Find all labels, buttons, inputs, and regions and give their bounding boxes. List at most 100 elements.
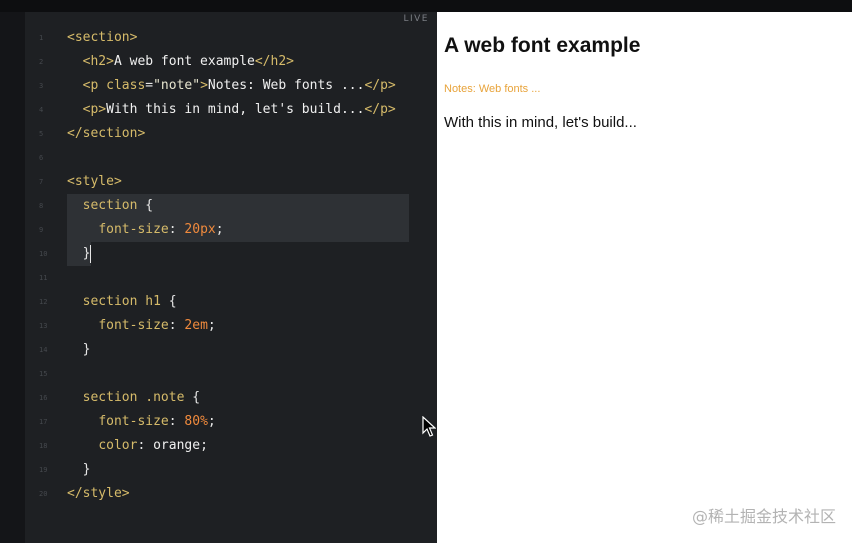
line-number: 1 xyxy=(39,34,44,42)
code-token: : xyxy=(168,414,185,429)
line-number: 17 xyxy=(39,418,48,426)
code-token: section h1 xyxy=(82,294,161,309)
code-token: ; xyxy=(200,438,208,453)
preview-note: Notes: Web fonts ... xyxy=(444,83,541,95)
line-number: 11 xyxy=(39,274,48,282)
left-gutter xyxy=(0,12,25,543)
line-number: 18 xyxy=(39,442,48,450)
code-token: class xyxy=(106,78,146,93)
code-token: <p> xyxy=(82,102,107,117)
code-text: section { xyxy=(67,194,153,218)
code-token: } xyxy=(67,342,91,357)
code-token: </h2> xyxy=(254,54,294,69)
code-text: } xyxy=(67,458,91,482)
code-token: font-size xyxy=(98,414,169,429)
code-text: font-size: 2em; xyxy=(67,314,216,338)
code-text: font-size: 80%; xyxy=(67,410,216,434)
code-token: 20px xyxy=(184,222,216,237)
line-number: 16 xyxy=(39,394,48,402)
line-number: 5 xyxy=(39,130,44,138)
code-token: color xyxy=(98,438,138,453)
code-token: > xyxy=(200,78,208,93)
line-number: 6 xyxy=(39,154,44,162)
line-number: 2 xyxy=(39,58,44,66)
code-token: : xyxy=(168,318,185,333)
code-editor[interactable]: LIVE 1 <section> 2 <h2>A web font example<… xyxy=(25,12,437,543)
code-text: <p>With this in mind, let's build...</p> xyxy=(67,98,396,122)
line-number: 20 xyxy=(39,490,48,498)
watermark: @稀土掘金技术社区 xyxy=(691,507,836,526)
code-token: </p> xyxy=(364,102,396,117)
code-token: } xyxy=(67,246,91,261)
code-token: { xyxy=(184,390,201,405)
top-bar xyxy=(0,0,852,12)
code-token: ; xyxy=(215,222,224,237)
live-label: LIVE xyxy=(403,14,429,24)
code-text: } xyxy=(67,338,91,362)
code-token: { xyxy=(137,198,154,213)
code-token: { xyxy=(160,294,177,309)
line-number: 4 xyxy=(39,106,44,114)
code-token: <p xyxy=(82,78,107,93)
line-number: 12 xyxy=(39,298,48,306)
code-text: } xyxy=(67,242,92,266)
code-token: font-size xyxy=(98,222,169,237)
live-preview: A web font example Notes: Web fonts ... … xyxy=(437,12,852,543)
code-token: <h2> xyxy=(82,54,114,69)
code-token: font-size xyxy=(98,318,169,333)
code-token: } xyxy=(67,462,91,477)
code-token: <section> xyxy=(67,30,138,45)
mouse-cursor-icon xyxy=(422,415,437,442)
code-token: Notes: Web fonts ... xyxy=(207,78,365,93)
code-token: </p> xyxy=(364,78,396,93)
code-text: <section> xyxy=(67,26,137,50)
code-token: With this in mind, let's build... xyxy=(106,102,365,117)
code-text: <h2>A web font example</h2> xyxy=(67,50,294,74)
code-text: section .note { xyxy=(67,386,200,410)
text-caret xyxy=(90,244,92,263)
code-token: ; xyxy=(207,414,216,429)
line-number: 15 xyxy=(39,370,48,378)
code-token: "note" xyxy=(153,78,201,93)
preview-paragraph: With this in mind, let's build... xyxy=(444,114,637,131)
code-text: <style> xyxy=(67,170,122,194)
code-token: section xyxy=(82,198,138,213)
line-number: 19 xyxy=(39,466,48,474)
line-number: 8 xyxy=(39,202,44,210)
line-number: 13 xyxy=(39,322,48,330)
code-token: : xyxy=(168,222,185,237)
code-token: ; xyxy=(207,318,216,333)
code-text: </section> xyxy=(67,122,145,146)
code-token: <style> xyxy=(67,174,122,189)
code-token: section .note xyxy=(82,390,185,405)
code-text: <p class="note">Notes: Web fonts ...</p> xyxy=(67,74,396,98)
code-text: </style> xyxy=(67,482,130,506)
code-text: color: orange; xyxy=(67,434,208,458)
code-text: section h1 { xyxy=(67,290,177,314)
code-text: font-size: 20px; xyxy=(67,218,224,242)
line-number: 7 xyxy=(39,178,44,186)
line-number: 9 xyxy=(39,226,44,234)
code-token: 2em xyxy=(184,318,208,333)
line-number: 14 xyxy=(39,346,48,354)
code-token: </style> xyxy=(67,486,130,501)
code-token: orange xyxy=(153,438,201,453)
code-token: 80% xyxy=(184,414,208,429)
code-token: A web font example xyxy=(113,54,255,69)
code-token: = xyxy=(145,78,154,93)
line-number: 10 xyxy=(39,250,48,258)
code-token: </section> xyxy=(67,126,146,141)
line-number: 3 xyxy=(39,82,44,90)
preview-heading: A web font example xyxy=(444,34,641,57)
code-token: : xyxy=(137,438,154,453)
